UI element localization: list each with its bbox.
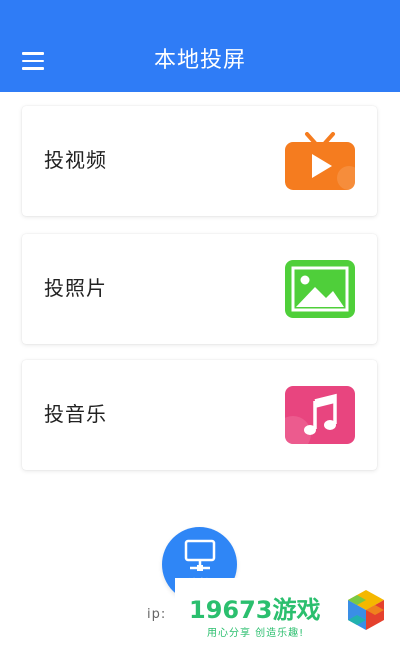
page-title: 本地投屏 [153,48,246,73]
monitor-network-icon [184,539,216,571]
app-bar: 本地投屏 [0,0,400,92]
image-icon [285,260,355,318]
colorful-cube-icon [348,590,384,630]
watermark-brand: 19673游戏 [189,596,321,624]
cast-photo-label: 投照片 [44,276,107,300]
cast-music-card[interactable]: 投音乐 [22,360,377,470]
watermark-tagline: 用心分享 创造乐趣! [207,628,305,639]
music-note-icon [285,386,355,444]
ip-address-text: ip: [147,607,167,622]
tv-play-icon [285,132,355,190]
cast-video-card[interactable]: 投视频 [22,106,377,216]
cast-video-label: 投视频 [44,148,107,172]
cast-music-label: 投音乐 [44,402,107,426]
cast-photo-card[interactable]: 投照片 [22,234,377,344]
watermark: 19673游戏 用心分享 创造乐趣! [175,578,400,650]
